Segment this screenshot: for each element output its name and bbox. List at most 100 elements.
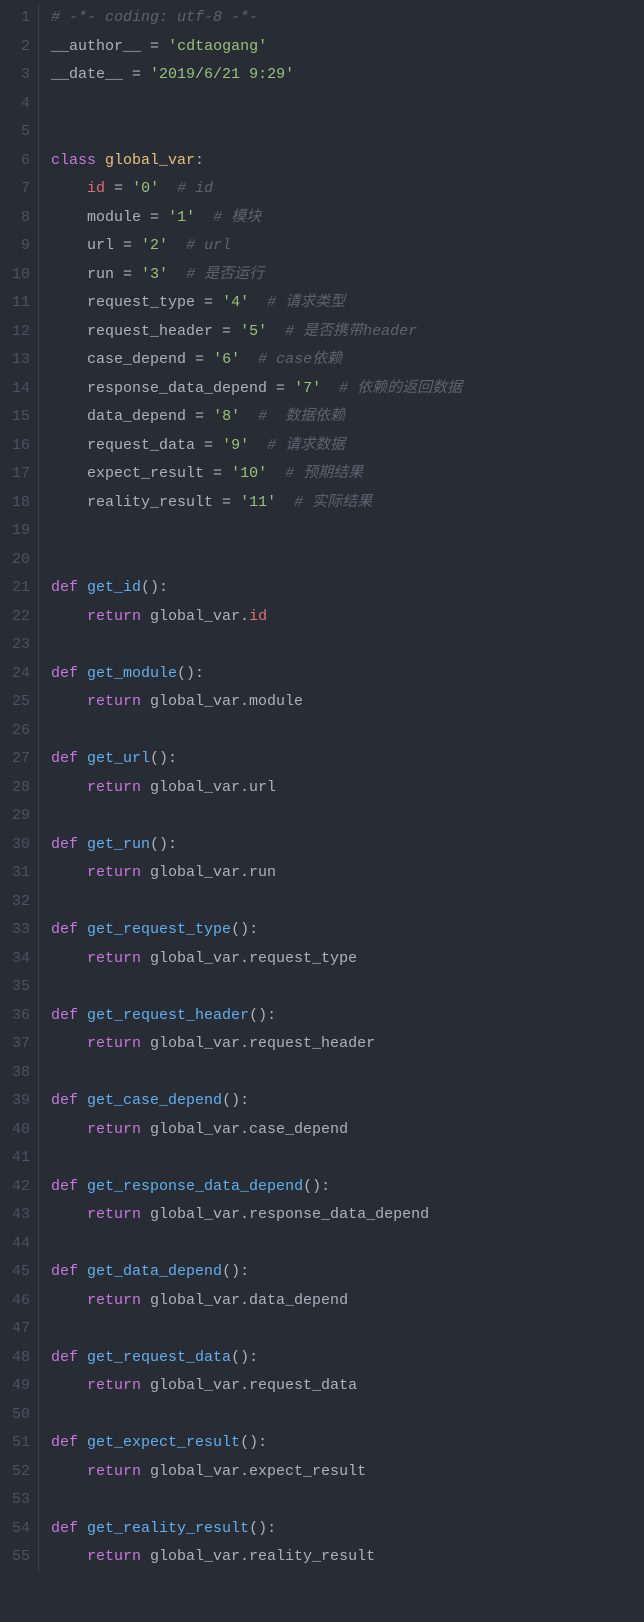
token: def: [51, 1349, 78, 1366]
token: '5': [240, 323, 267, 340]
code-line: expect_result = '10' # 预期结果: [51, 460, 462, 489]
line-number: 55: [0, 1543, 38, 1572]
code-line: def get_expect_result():: [51, 1429, 462, 1458]
token: [51, 1548, 87, 1565]
code-line: request_type = '4' # 请求类型: [51, 289, 462, 318]
token: '2019/6/21 9:29': [150, 66, 294, 83]
token: =: [222, 494, 231, 511]
token: # 依赖的返回数据: [339, 380, 462, 397]
token: [267, 323, 285, 340]
token: ():: [231, 921, 258, 938]
token: # id: [177, 180, 213, 197]
token: ():: [249, 1007, 276, 1024]
token: global_var.response_data_depend: [141, 1206, 429, 1223]
token: ():: [222, 1263, 249, 1280]
token: return: [87, 950, 141, 967]
code-area[interactable]: # -*- coding: utf-8 -*- __author__ = 'cdt…: [39, 4, 462, 1572]
token: # -*- coding: utf-8 -*-: [51, 9, 258, 26]
token: =: [204, 294, 213, 311]
token: # case依赖: [258, 351, 342, 368]
code-line: def get_id():: [51, 574, 462, 603]
token: return: [87, 1463, 141, 1480]
token: __author__: [51, 38, 150, 55]
token: global_var.case_depend: [141, 1121, 348, 1138]
token: =: [276, 380, 285, 397]
code-line: def get_url():: [51, 745, 462, 774]
line-number: 52: [0, 1458, 38, 1487]
code-line: return global_var.request_header: [51, 1030, 462, 1059]
code-line: [51, 1230, 462, 1259]
token: def: [51, 836, 78, 853]
token: [204, 351, 213, 368]
line-number: 10: [0, 261, 38, 290]
token: ():: [141, 579, 168, 596]
line-number: 24: [0, 660, 38, 689]
line-number: 4: [0, 90, 38, 119]
token: response_data_depend: [51, 380, 276, 397]
line-number: 35: [0, 973, 38, 1002]
token: ():: [240, 1434, 267, 1451]
line-number: 53: [0, 1486, 38, 1515]
token: __date__: [51, 66, 132, 83]
token: [78, 836, 87, 853]
code-line: return global_var.request_type: [51, 945, 462, 974]
line-number: 32: [0, 888, 38, 917]
line-number: 18: [0, 489, 38, 518]
token: [105, 180, 114, 197]
token: [321, 380, 339, 397]
token: [78, 1178, 87, 1195]
line-number: 29: [0, 802, 38, 831]
code-line: __author__ = 'cdtaogang': [51, 33, 462, 62]
token: global_var.request_type: [141, 950, 357, 967]
token: global_var.request_header: [141, 1035, 375, 1052]
line-number: 50: [0, 1401, 38, 1430]
token: =: [222, 323, 231, 340]
token: [51, 1292, 87, 1309]
line-number: 15: [0, 403, 38, 432]
line-number: 19: [0, 517, 38, 546]
code-line: def get_data_depend():: [51, 1258, 462, 1287]
code-line: reality_result = '11' # 实际结果: [51, 489, 462, 518]
token: [51, 180, 87, 197]
code-line: return global_var.module: [51, 688, 462, 717]
token: [51, 1206, 87, 1223]
code-line: request_data = '9' # 请求数据: [51, 432, 462, 461]
token: =: [195, 408, 204, 425]
token: [213, 437, 222, 454]
token: =: [123, 237, 132, 254]
code-line: class global_var:: [51, 147, 462, 176]
token: ():: [231, 1349, 258, 1366]
code-line: [51, 1315, 462, 1344]
token: [204, 408, 213, 425]
token: [51, 1463, 87, 1480]
code-line: return global_var.url: [51, 774, 462, 803]
token: [51, 693, 87, 710]
token: ():: [150, 836, 177, 853]
code-line: request_header = '5' # 是否携带header: [51, 318, 462, 347]
token: =: [213, 465, 222, 482]
token: ():: [222, 1092, 249, 1109]
token: get_request_header: [87, 1007, 249, 1024]
line-number: 45: [0, 1258, 38, 1287]
token: # 模块: [213, 209, 261, 226]
code-line: def get_response_data_depend():: [51, 1173, 462, 1202]
code-line: def get_request_type():: [51, 916, 462, 945]
code-line: [51, 1401, 462, 1430]
line-number: 41: [0, 1144, 38, 1173]
code-line: response_data_depend = '7' # 依赖的返回数据: [51, 375, 462, 404]
code-line: return global_var.reality_result: [51, 1543, 462, 1572]
token: [51, 1121, 87, 1138]
code-line: def get_case_depend():: [51, 1087, 462, 1116]
line-number: 8: [0, 204, 38, 233]
token: '9': [222, 437, 249, 454]
line-number: 3: [0, 61, 38, 90]
token: [78, 1092, 87, 1109]
line-number: 34: [0, 945, 38, 974]
token: class: [51, 152, 96, 169]
token: [96, 152, 105, 169]
line-number: 5: [0, 118, 38, 147]
token: [51, 779, 87, 796]
code-line: return global_var.case_depend: [51, 1116, 462, 1145]
token: [231, 494, 240, 511]
code-line: def get_request_header():: [51, 1002, 462, 1031]
